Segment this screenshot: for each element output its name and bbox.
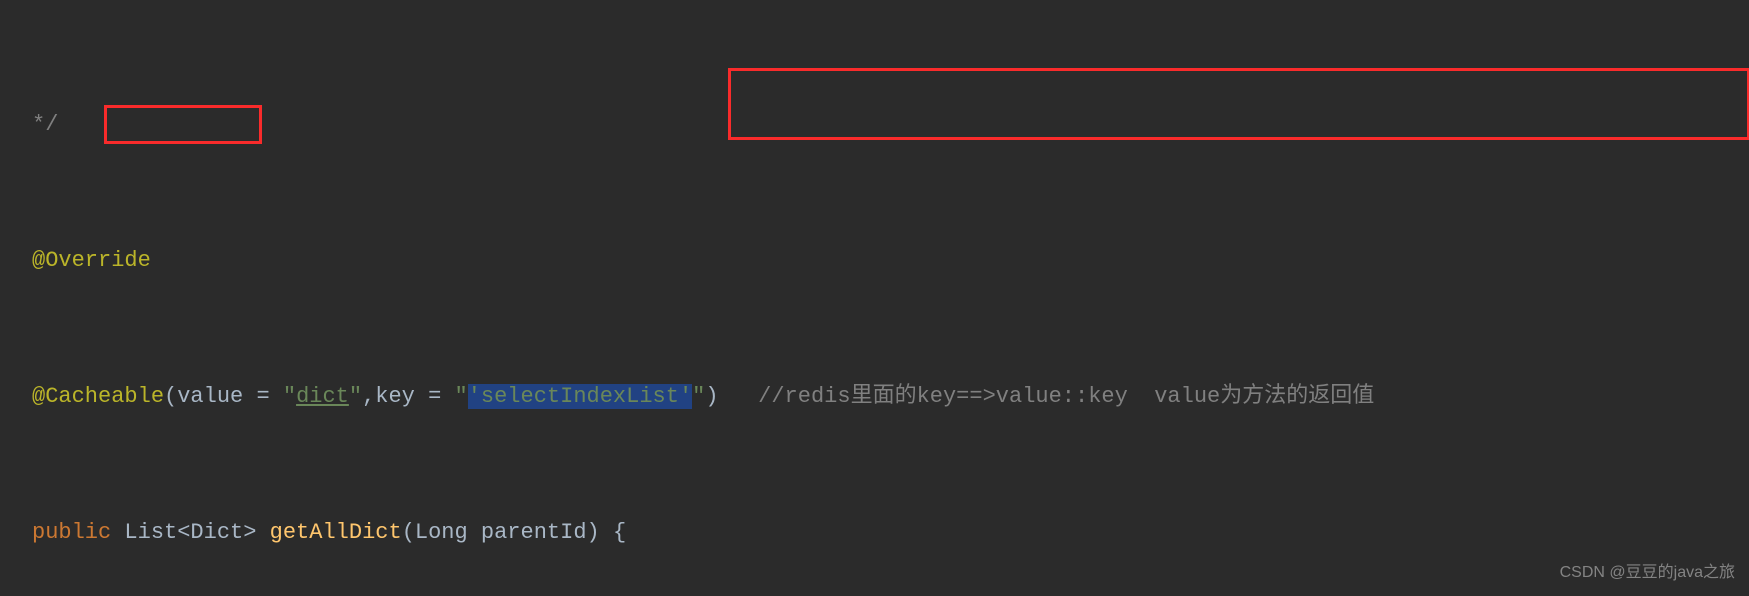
param-type: Long: [415, 520, 468, 545]
annotation-override: @Override: [32, 248, 151, 273]
paren: ): [587, 520, 600, 545]
code-line: */: [0, 108, 1749, 142]
eq: =: [415, 384, 455, 409]
param-key: value: [177, 384, 243, 409]
quote: ": [692, 384, 705, 409]
paren: (: [402, 520, 415, 545]
sp: [256, 520, 269, 545]
paren: ): [705, 384, 718, 409]
param-name: parentId: [481, 520, 587, 545]
string-dict: dict: [296, 384, 349, 409]
selected-string: 'selectIndexList': [468, 384, 692, 409]
code-editor[interactable]: */ @Override @Cacheable(value = "dict",k…: [0, 0, 1749, 596]
comma: ,: [362, 384, 375, 409]
code-line: public List<Dict> getAllDict(Long parent…: [0, 516, 1749, 550]
eq: =: [243, 384, 283, 409]
sp: [111, 520, 124, 545]
brace: {: [613, 520, 626, 545]
param-key: key: [375, 384, 415, 409]
quote: ": [455, 384, 468, 409]
sp: [600, 520, 613, 545]
gap: [719, 384, 759, 409]
comment-close: */: [32, 112, 58, 137]
quote: ": [283, 384, 296, 409]
method-name: getAllDict: [270, 520, 402, 545]
quote: ": [349, 384, 362, 409]
comment-redis: //redis里面的key==>value::key value为方法的返回值: [758, 384, 1374, 409]
sp: [468, 520, 481, 545]
code-line: @Cacheable(value = "dict",key = "'select…: [0, 380, 1749, 414]
kw-public: public: [32, 520, 111, 545]
code-line: @Override: [0, 244, 1749, 278]
annotation-cacheable: @Cacheable: [32, 384, 164, 409]
watermark-text: CSDN @豆豆的java之旅: [1560, 556, 1735, 590]
return-type: List<Dict>: [124, 520, 256, 545]
paren: (: [164, 384, 177, 409]
